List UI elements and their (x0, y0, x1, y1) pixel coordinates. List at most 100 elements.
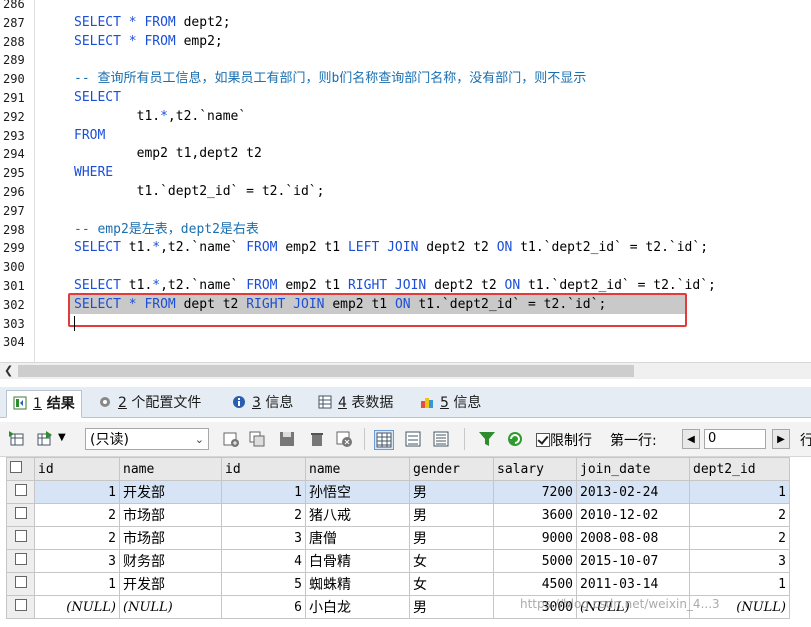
row-select-checkbox[interactable] (6, 572, 35, 596)
column-header[interactable]: dept2_id (689, 457, 790, 481)
table-cell[interactable]: 2 (689, 503, 790, 527)
table-cell[interactable]: 2 (221, 503, 306, 527)
code-line[interactable]: SELECT t1.*,t2.`name` FROM emp2 t1 LEFT … (74, 239, 708, 258)
save-icon[interactable] (278, 430, 296, 448)
table-cell[interactable]: 7200 (493, 480, 577, 504)
table-cell[interactable]: 开发部 (119, 480, 222, 504)
table-cell[interactable]: 蜘蛛精 (305, 572, 410, 596)
table-cell[interactable]: 2 (34, 526, 120, 550)
add-row-icon[interactable] (222, 430, 240, 448)
first-row-input[interactable]: 0 (704, 429, 766, 449)
tab-profile[interactable]: 2 个配置文件 (92, 390, 207, 416)
code-line[interactable]: t1.`dept2_id` = t2.`id`; (74, 183, 325, 202)
code-line[interactable]: SELECT * FROM emp2; (74, 33, 223, 52)
readonly-mode-select[interactable]: (只读) ⌄ (85, 428, 209, 450)
cancel-changes-icon[interactable] (335, 430, 353, 448)
table-cell[interactable]: 2008-08-08 (576, 526, 690, 550)
select-all-checkbox[interactable] (6, 457, 35, 481)
table-cell[interactable]: 5 (221, 572, 306, 596)
column-header[interactable]: name (119, 457, 222, 481)
table-cell[interactable]: 4500 (493, 572, 577, 596)
code-line[interactable]: FROM (74, 127, 105, 146)
table-row[interactable]: 1 开发部 5 蜘蛛精女 4500 2011-03-14 1 (6, 572, 790, 596)
table-cell[interactable]: 女 (409, 572, 494, 596)
code-line[interactable]: SELECT * FROM dept2; (74, 14, 231, 33)
table-cell[interactable]: 2 (34, 503, 120, 527)
form-view-icon[interactable] (404, 430, 422, 448)
table-cell[interactable]: 2011-03-14 (576, 572, 690, 596)
tab-info-3[interactable]: 3 信息 (226, 390, 299, 416)
grid-view-icon[interactable] (374, 430, 394, 450)
sql-editor[interactable]: 286 287 288 289 290 291 292 293 294 295 296 297 298 2… (0, 0, 811, 362)
table-cell[interactable]: 财务部 (119, 549, 222, 573)
limit-rows-checkbox[interactable]: 限制行 (536, 430, 592, 450)
code-line[interactable]: SELECT (74, 89, 121, 108)
delete-icon[interactable] (308, 430, 326, 448)
row-select-checkbox[interactable] (6, 526, 35, 550)
table-cell[interactable]: 唐僧 (305, 526, 410, 550)
row-select-checkbox[interactable] (6, 480, 35, 504)
duplicate-row-icon[interactable] (248, 430, 266, 448)
chevron-down-icon[interactable]: ▼ (58, 432, 66, 443)
row-select-checkbox[interactable] (6, 595, 35, 619)
code-line[interactable]: WHERE (74, 164, 113, 183)
table-cell[interactable]: 白骨精 (305, 549, 410, 573)
column-header[interactable]: id (34, 457, 120, 481)
table-cell[interactable]: (NULL) (119, 595, 222, 619)
table-cell[interactable]: 开发部 (119, 572, 222, 596)
table-cell[interactable]: 男 (409, 503, 494, 527)
scroll-left-icon[interactable]: ❮ (4, 363, 13, 379)
table-cell[interactable]: 孙悟空 (305, 480, 410, 504)
table-cell[interactable]: 男 (409, 595, 494, 619)
table-row[interactable]: 2 市场部 3 唐僧男 9000 2008-08-08 2 (6, 526, 790, 550)
table-cell[interactable]: (NULL) (34, 595, 120, 619)
import-icon[interactable] (36, 430, 54, 448)
tab-info-5[interactable]: 5 信息 (414, 390, 487, 416)
code-line[interactable]: -- 查询所有员工信息，如果员工有部门，则b们名称查询部门名称，没有部门，则不显… (74, 70, 586, 89)
scrollbar-thumb[interactable] (18, 365, 634, 377)
tab-result[interactable]: 1 结果 (6, 390, 82, 418)
table-row[interactable]: 2 市场部 2 猪八戒男 3600 2010-12-02 2 (6, 503, 790, 527)
code-line[interactable]: t1.*,t2.`name` (74, 108, 247, 127)
column-header[interactable]: id (221, 457, 306, 481)
table-cell[interactable]: 1 (689, 572, 790, 596)
table-cell[interactable]: 3600 (493, 503, 577, 527)
table-cell[interactable]: 市场部 (119, 526, 222, 550)
column-header[interactable]: gender (409, 457, 494, 481)
horizontal-scrollbar[interactable]: ❮ (0, 362, 811, 379)
table-row[interactable]: 1 开发部 1 孙悟空男 7200 2013-02-24 1 (6, 480, 790, 504)
filter-icon[interactable] (478, 430, 496, 448)
table-cell[interactable]: 4 (221, 549, 306, 573)
table-cell[interactable]: 男 (409, 480, 494, 504)
table-cell[interactable]: 猪八戒 (305, 503, 410, 527)
prev-page-button[interactable]: ◀ (682, 429, 700, 449)
export-icon[interactable] (8, 430, 26, 448)
table-cell[interactable]: 1 (689, 480, 790, 504)
table-cell[interactable]: 2010-12-02 (576, 503, 690, 527)
table-cell[interactable]: 5000 (493, 549, 577, 573)
refresh-icon[interactable] (506, 430, 524, 448)
table-cell[interactable]: 3 (689, 549, 790, 573)
column-header[interactable]: name (305, 457, 410, 481)
table-cell[interactable]: 小白龙 (305, 595, 410, 619)
table-cell[interactable]: 市场部 (119, 503, 222, 527)
table-cell[interactable]: 1 (221, 480, 306, 504)
table-cell[interactable]: 6 (221, 595, 306, 619)
table-cell[interactable]: 2015-10-07 (576, 549, 690, 573)
column-header[interactable]: join_date (576, 457, 690, 481)
table-cell[interactable]: 男 (409, 526, 494, 550)
row-select-checkbox[interactable] (6, 549, 35, 573)
column-header[interactable]: salary (493, 457, 577, 481)
next-page-button[interactable]: ▶ (772, 429, 790, 449)
text-view-icon[interactable] (432, 430, 450, 448)
table-cell[interactable]: 2013-02-24 (576, 480, 690, 504)
code-line[interactable]: emp2 t1,dept2 t2 (74, 145, 262, 164)
table-cell[interactable]: 3 (221, 526, 306, 550)
table-cell[interactable]: 1 (34, 480, 120, 504)
tab-table-data[interactable]: 4 表数据 (312, 390, 399, 416)
table-cell[interactable]: 女 (409, 549, 494, 573)
table-cell[interactable]: 1 (34, 572, 120, 596)
row-select-checkbox[interactable] (6, 503, 35, 527)
table-cell[interactable]: 9000 (493, 526, 577, 550)
table-cell[interactable]: 2 (689, 526, 790, 550)
